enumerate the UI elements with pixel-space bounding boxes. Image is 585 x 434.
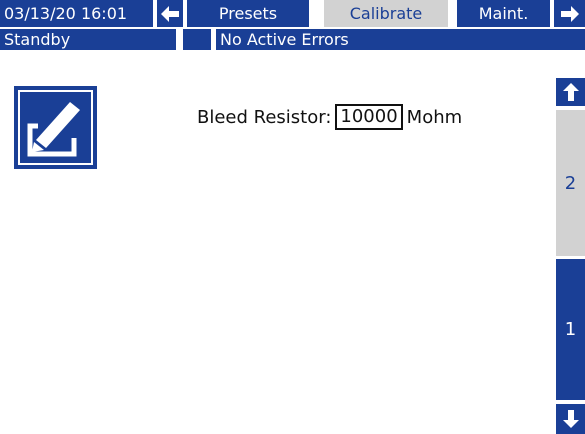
prev-screen-button[interactable]	[157, 0, 183, 27]
scroll-up-button[interactable]	[556, 78, 585, 106]
page-2-button[interactable]: 2	[556, 110, 585, 256]
error-display: No Active Errors	[216, 29, 554, 50]
bleed-resistor-row: Bleed Resistor: 10000 Mohm	[197, 104, 462, 130]
page-1-button[interactable]: 1	[556, 259, 585, 400]
field-label: Bleed Resistor:	[197, 106, 332, 128]
tab-maint[interactable]: Maint.	[457, 0, 550, 27]
header-corner	[554, 29, 585, 50]
arrow-left-icon	[161, 5, 179, 22]
edit-button[interactable]	[14, 86, 97, 169]
arrow-right-icon	[560, 5, 579, 22]
edit-icon	[18, 90, 93, 165]
bleed-resistor-value[interactable]: 10000	[335, 104, 403, 130]
tab-calibrate[interactable]: Calibrate	[324, 0, 448, 27]
arrow-down-icon	[562, 410, 579, 428]
tab-presets[interactable]: Presets	[187, 0, 309, 27]
status-indicator	[183, 29, 211, 50]
status-display: Standby	[0, 29, 176, 50]
field-unit: Mohm	[406, 106, 463, 128]
arrow-up-icon	[562, 83, 579, 101]
datetime-display: 03/13/20 16:01	[0, 0, 153, 27]
next-screen-button[interactable]	[554, 0, 585, 27]
scroll-down-button[interactable]	[556, 404, 585, 434]
